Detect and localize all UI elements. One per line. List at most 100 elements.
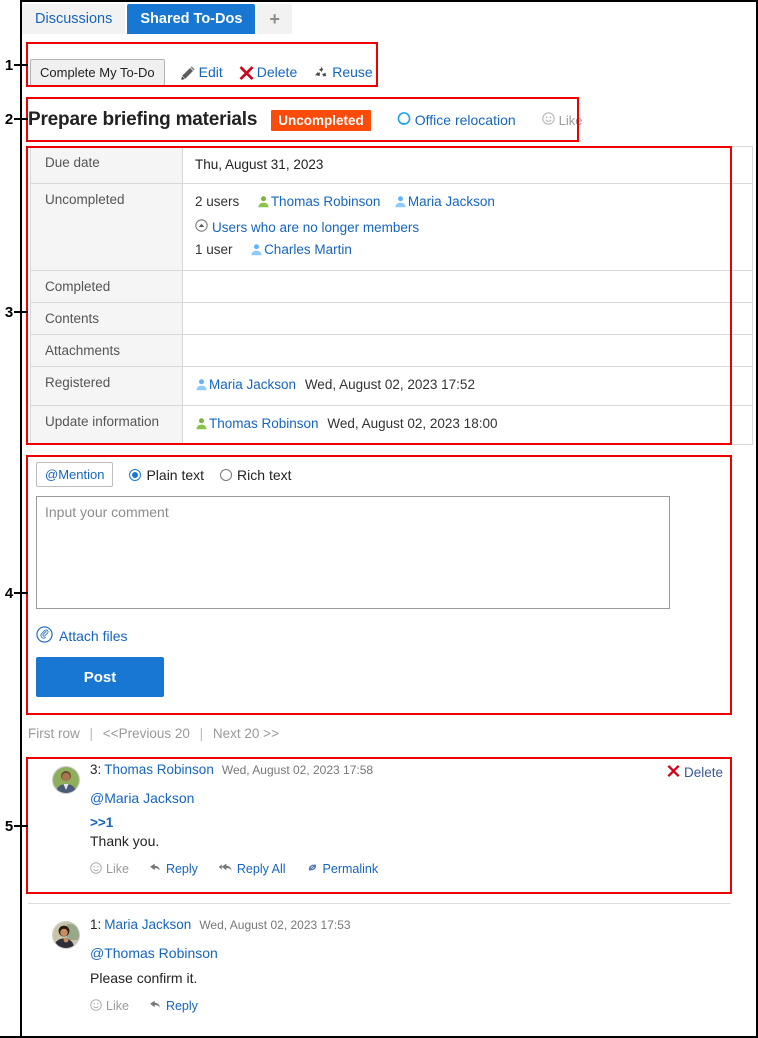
- comment-reply-all-button[interactable]: Reply All: [218, 861, 286, 877]
- row-value-completed: [182, 270, 753, 303]
- comment-author[interactable]: Thomas Robinson: [104, 762, 214, 777]
- radio-rich-text-control[interactable]: [220, 468, 233, 481]
- table-row: Update information Thomas Robinson Wed, …: [30, 405, 753, 445]
- annotation-leader-4: [14, 592, 28, 594]
- comment-like-button[interactable]: Like: [90, 861, 129, 877]
- registered-timestamp: Wed, August 02, 2023 17:52: [304, 377, 475, 392]
- user-blue-icon: [250, 242, 263, 262]
- mention-button[interactable]: @Mention: [36, 462, 114, 487]
- former-members-label: Users who are no longer members: [212, 220, 420, 235]
- pager-previous[interactable]: <<Previous 20: [103, 726, 190, 741]
- post-button[interactable]: Post: [36, 657, 164, 697]
- comment-input[interactable]: [36, 496, 670, 609]
- radio-plain-text[interactable]: Plain text: [129, 467, 204, 483]
- comment-like-label: Like: [106, 862, 129, 876]
- recycle-icon: [313, 65, 329, 80]
- attach-files-label: Attach files: [59, 628, 128, 644]
- comment-timestamp: Wed, August 02, 2023 17:58: [221, 763, 374, 777]
- user-link-registered[interactable]: Maria Jackson: [195, 377, 300, 392]
- annotation-leader-5: [14, 825, 28, 827]
- category-link[interactable]: Office relocation: [397, 111, 516, 129]
- row-key-attachments: Attachments: [30, 334, 183, 367]
- chevron-up-circle-icon: [195, 218, 208, 238]
- comment-like-label: Like: [106, 999, 129, 1013]
- user-blue-icon: [394, 194, 407, 214]
- table-row: Completed: [30, 270, 753, 303]
- comment-quote-link[interactable]: >>1: [90, 815, 753, 830]
- radio-rich-text[interactable]: Rich text: [220, 466, 292, 483]
- user-link-updater[interactable]: Thomas Robinson: [195, 416, 322, 431]
- annotation-leader-2: [14, 118, 28, 120]
- former-members-count: 1 user: [195, 242, 233, 257]
- top-border-rule: [20, 0, 758, 2]
- pager-next[interactable]: Next 20 >>: [213, 726, 279, 741]
- title-row: Prepare briefing materials Uncompleted O…: [28, 104, 583, 136]
- reuse-button[interactable]: Reuse: [313, 64, 373, 80]
- comment-header: 1: Maria Jackson Wed, August 02, 2023 17…: [90, 917, 753, 937]
- row-key-uncompleted: Uncompleted: [30, 183, 183, 271]
- page-title: Prepare briefing materials: [28, 109, 258, 130]
- user-link-thomas-robinson[interactable]: Thomas Robinson: [257, 194, 384, 209]
- pencil-icon: [180, 65, 196, 80]
- annotation-leader-1: [14, 64, 28, 66]
- reply-arrow-icon: [149, 998, 162, 1014]
- divider: [28, 903, 731, 904]
- pager-first-row[interactable]: First row: [28, 726, 80, 741]
- like-button[interactable]: Like: [541, 112, 583, 128]
- link-icon: [306, 861, 319, 877]
- tab-add-button[interactable]: +: [257, 4, 292, 34]
- row-key-registered: Registered: [30, 366, 183, 406]
- comment-body: Thank you.: [90, 833, 160, 849]
- radio-plain-text-control[interactable]: [129, 468, 142, 481]
- comment-author[interactable]: Maria Jackson: [104, 917, 191, 932]
- delete-button[interactable]: Delete: [239, 64, 297, 80]
- comment-actions: Like Reply Reply All Permalink: [90, 861, 753, 877]
- close-icon: [239, 65, 254, 80]
- edit-button[interactable]: Edit: [180, 64, 223, 80]
- category-label: Office relocation: [414, 112, 516, 128]
- comment-mention[interactable]: @Maria Jackson: [90, 790, 753, 806]
- comment-actions: Like Reply: [90, 998, 753, 1014]
- avatar: [52, 766, 80, 794]
- uncompleted-current-line: 2 users Thomas Robinson Maria Jackson: [195, 192, 752, 218]
- delete-label: Delete: [256, 64, 298, 80]
- user-name: Maria Jackson: [209, 377, 297, 392]
- comment-permalink-label: Permalink: [322, 862, 379, 876]
- complete-my-todo-button[interactable]: Complete My To-Do: [30, 58, 165, 86]
- detail-table: Due date Thu, August 31, 2023 Uncomplete…: [30, 146, 753, 445]
- comment-reply-button[interactable]: Reply: [149, 861, 198, 877]
- category-bubble-icon: [397, 111, 411, 129]
- edit-label: Edit: [198, 64, 223, 80]
- table-row: Registered Maria Jackson Wed, August 02,…: [30, 366, 753, 406]
- user-link-maria-jackson[interactable]: Maria Jackson: [394, 194, 495, 209]
- table-row: Attachments: [30, 334, 753, 367]
- format-toolbar: @Mention Plain text Rich text: [36, 462, 758, 487]
- comment-reply-button[interactable]: Reply: [149, 998, 198, 1014]
- former-members-toggle-line: Users who are no longer members: [195, 218, 752, 240]
- row-key-update-information: Update information: [30, 405, 183, 445]
- smiley-icon: [90, 861, 102, 877]
- registered-line: Maria Jackson Wed, August 02, 2023 17:52: [195, 375, 752, 397]
- comment-reply-all-label: Reply All: [236, 862, 286, 876]
- action-toolbar: Complete My To-Do Edit Delete Reuse: [30, 55, 373, 89]
- comment-number: 1:: [90, 917, 102, 932]
- comment-mention[interactable]: @Thomas Robinson: [90, 945, 753, 961]
- comment-delete-button[interactable]: Delete: [667, 764, 723, 780]
- comment-like-button[interactable]: Like: [90, 998, 129, 1014]
- radio-rich-text-label: Rich text: [237, 466, 292, 483]
- tab-shared-todos[interactable]: Shared To-Dos: [127, 4, 256, 34]
- tab-discussions[interactable]: Discussions: [22, 4, 126, 34]
- former-members-toggle[interactable]: Users who are no longer members: [195, 218, 419, 238]
- smiley-icon: [541, 112, 555, 128]
- comment-timestamp: Wed, August 02, 2023 17:53: [199, 918, 351, 932]
- due-date-value: Thu, August 31, 2023: [195, 157, 324, 172]
- tab-bar: Discussions Shared To-Dos +: [22, 4, 294, 38]
- close-icon: [667, 764, 680, 780]
- user-name: Maria Jackson: [407, 194, 495, 209]
- table-row: Uncompleted 2 users Thomas Robinson Mari…: [30, 183, 753, 271]
- user-link-charles-martin[interactable]: Charles Martin: [250, 242, 352, 257]
- status-badge: Uncompleted: [271, 109, 371, 131]
- attach-files-button[interactable]: Attach files: [36, 626, 127, 646]
- row-key-contents: Contents: [30, 302, 183, 335]
- comment-permalink-button[interactable]: Permalink: [306, 861, 379, 877]
